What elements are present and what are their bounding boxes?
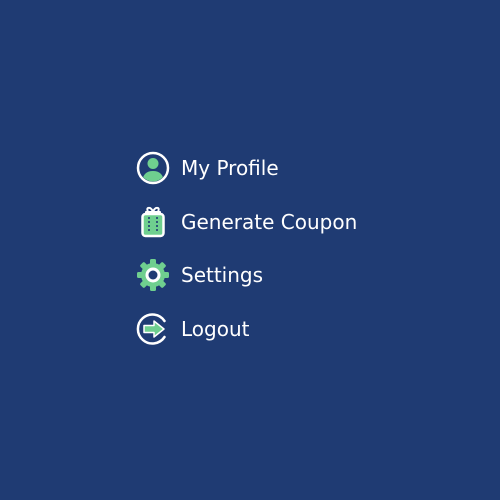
menu-label-generate-coupon: Generate Coupon	[181, 209, 358, 234]
menu-label-logout: Logout	[181, 316, 250, 341]
gear-icon	[135, 257, 171, 293]
logout-arrow-icon	[135, 311, 171, 347]
user-menu: My Profile Generate Coupon Settings Logo…	[135, 150, 435, 364]
menu-item-my-profile[interactable]: My Profile	[135, 150, 435, 186]
gift-coupon-icon	[135, 204, 171, 240]
menu-label-settings: Settings	[181, 263, 264, 287]
menu-item-generate-coupon[interactable]: Generate Coupon	[135, 204, 435, 240]
menu-label-my-profile: My Profile	[181, 156, 279, 180]
menu-item-logout[interactable]: Logout	[135, 311, 435, 347]
user-profile-icon	[135, 150, 171, 186]
menu-item-settings[interactable]: Settings	[135, 257, 435, 293]
